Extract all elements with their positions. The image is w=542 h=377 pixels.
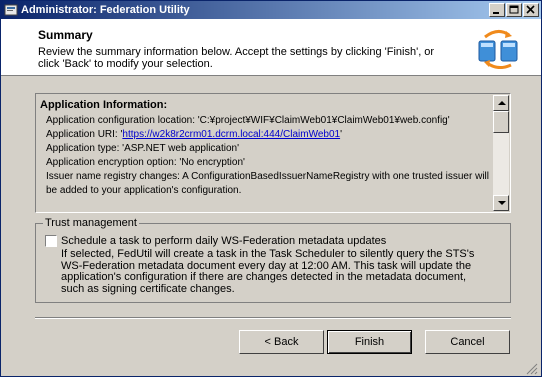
federation-utility-window: Administrator: Federation Utility Summar… xyxy=(0,0,542,377)
schedule-task-checkbox[interactable] xyxy=(45,235,57,247)
arrow-down-icon xyxy=(498,201,506,205)
close-icon xyxy=(526,5,535,14)
summary-heading: Application Information: xyxy=(40,99,168,111)
trust-management-legend: Trust management xyxy=(43,217,139,229)
schedule-task-label[interactable]: Schedule a task to perform daily WS-Fede… xyxy=(61,235,386,247)
page-title: Summary xyxy=(38,28,93,42)
uri-label: Application URI: ' xyxy=(46,129,123,140)
trust-management-group: Trust management Schedule a task to perf… xyxy=(35,217,511,303)
page-description: Review the summary information below. Ac… xyxy=(38,46,435,70)
cancel-button[interactable]: Cancel xyxy=(425,330,510,354)
window-title: Administrator: Federation Utility xyxy=(21,4,190,16)
maximize-icon xyxy=(509,5,519,14)
scroll-thumb[interactable] xyxy=(493,111,509,133)
arrow-up-icon xyxy=(498,101,506,105)
finish-button[interactable]: Finish xyxy=(327,330,412,354)
minimize-icon xyxy=(493,12,499,14)
scroll-down-button[interactable] xyxy=(493,195,509,211)
summary-scrollbar[interactable] xyxy=(493,95,509,211)
uri-suffix: ' xyxy=(340,129,342,140)
summary-panel[interactable]: Application Information: Application con… xyxy=(35,93,511,213)
encryption-option-text: Application encryption option: 'No encry… xyxy=(46,157,245,168)
app-icon xyxy=(4,4,18,16)
federation-icon xyxy=(478,30,518,69)
schedule-task-description: If selected, FedUtil will create a task … xyxy=(61,248,475,295)
issuer-registry-text: Issuer name registry changes: A Configur… xyxy=(46,171,489,196)
scroll-up-button[interactable] xyxy=(493,95,509,111)
wizard-header: Summary Review the summary information b… xyxy=(1,19,541,76)
application-uri-text: Application URI: 'https://w2k8r2crm01.dc… xyxy=(46,129,342,140)
application-uri-link[interactable]: https://w2k8r2crm01.dcrm.local:444/Claim… xyxy=(122,129,340,140)
summary-content: Application Information: Application con… xyxy=(38,96,494,210)
config-location-text: Application configuration location: 'C:¥… xyxy=(46,115,450,126)
close-button[interactable] xyxy=(523,3,539,17)
maximize-button[interactable] xyxy=(506,3,522,17)
resize-grip-icon[interactable] xyxy=(524,361,538,375)
back-button[interactable]: < Back xyxy=(239,330,324,354)
minimize-button[interactable] xyxy=(489,3,505,17)
button-separator xyxy=(35,317,511,319)
title-bar[interactable]: Administrator: Federation Utility xyxy=(1,1,541,19)
application-type-text: Application type: 'ASP.NET web applicati… xyxy=(46,143,240,154)
